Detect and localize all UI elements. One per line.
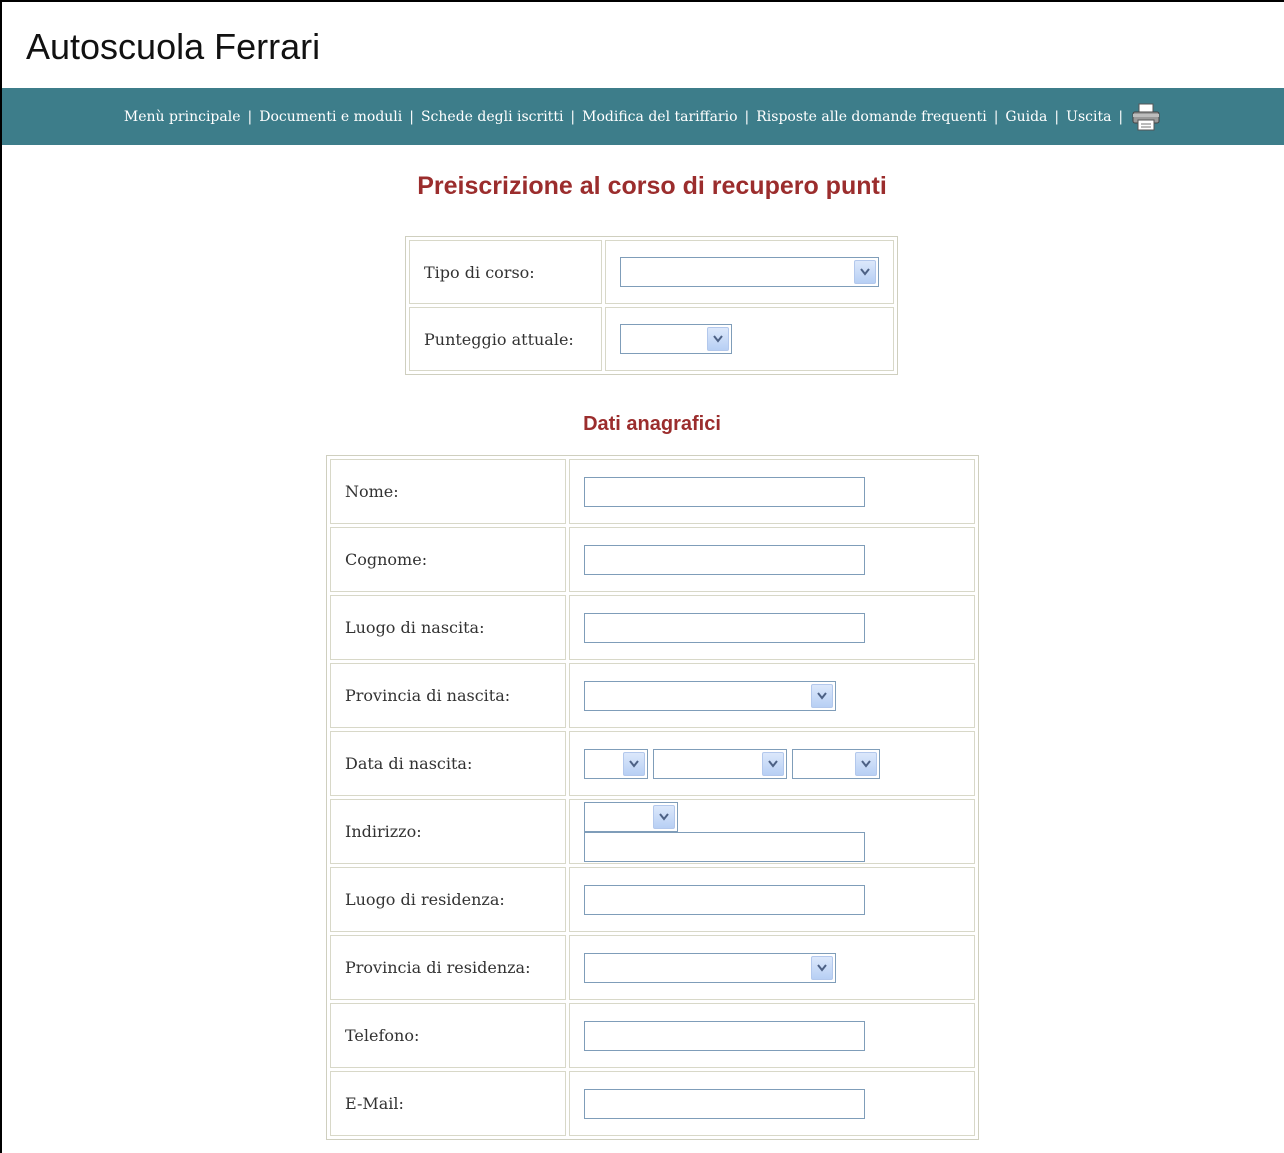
nav-separator: | [1118, 108, 1124, 125]
nav-faq[interactable]: Risposte alle domande frequenti [756, 109, 986, 125]
form-row: Luogo di residenza: [330, 867, 975, 932]
course-type-select[interactable] [620, 257, 879, 287]
residence-place-label: Luogo di residenza: [330, 867, 566, 932]
form-row: Provincia di residenza: [330, 935, 975, 1000]
birth-province-label: Provincia di nascita: [330, 663, 566, 728]
chevron-down-icon [762, 751, 785, 776]
printer-icon[interactable] [1130, 102, 1162, 132]
nav-documenti-moduli[interactable]: Documenti e moduli [259, 109, 402, 125]
nav-modifica-tariffario[interactable]: Modifica del tariffario [582, 109, 737, 125]
last-name-input[interactable] [584, 544, 865, 575]
app-title: Autoscuola Ferrari [26, 26, 321, 67]
chevron-down-icon [653, 804, 675, 829]
birth-date-label: Data di nascita: [330, 731, 566, 796]
form-row: E-Mail: [330, 1071, 975, 1136]
chevron-down-icon [811, 683, 833, 708]
birth-day-select[interactable] [584, 748, 648, 779]
birth-date-cell [569, 731, 975, 796]
birthplace-input[interactable] [584, 612, 865, 643]
phone-input[interactable] [584, 1020, 865, 1051]
residence-place-input[interactable] [584, 884, 865, 915]
form-row: Cognome: [330, 527, 975, 592]
chevron-down-icon [707, 327, 729, 351]
phone-label: Telefono: [330, 1003, 566, 1068]
form-row: Luogo di nascita: [330, 595, 975, 660]
course-type-label: Tipo di corso: [409, 240, 602, 304]
residence-province-label: Provincia di residenza: [330, 935, 566, 1000]
form-row: Data di nascita: [330, 731, 975, 796]
chevron-down-icon [811, 955, 833, 980]
residence-province-select[interactable] [584, 952, 836, 983]
birthplace-cell [569, 595, 975, 660]
nav-guida[interactable]: Guida [1005, 109, 1047, 125]
chevron-down-icon [623, 751, 645, 776]
current-score-cell [605, 307, 894, 371]
email-label: E-Mail: [330, 1071, 566, 1136]
address-type-select[interactable] [584, 801, 678, 832]
main-nav: Menù principale | Documenti e moduli | S… [2, 88, 1284, 145]
course-type-cell [605, 240, 894, 304]
residence-place-cell [569, 867, 975, 932]
address-label: Indirizzo: [330, 799, 566, 864]
course-table: Tipo di corso: Punteggio attuale: [405, 236, 898, 375]
last-name-cell [569, 527, 975, 592]
email-input[interactable] [584, 1088, 865, 1119]
form-row: Nome: [330, 459, 975, 524]
page-title: Preiscrizione al corso di recupero punti [417, 172, 887, 200]
section-title: Dati anagrafici [583, 413, 721, 435]
birth-month-select[interactable] [653, 748, 788, 779]
current-score-row: Punteggio attuale: [409, 307, 894, 371]
address-input[interactable] [584, 831, 865, 862]
nav-separator: | [409, 108, 414, 125]
form-row: Indirizzo: [330, 799, 975, 864]
birth-province-cell [569, 663, 975, 728]
personal-data-table: Nome: Cognome: Luogo di nascita: Provinc… [326, 455, 979, 1140]
nav-separator: | [1054, 108, 1060, 125]
nav-separator: | [744, 108, 750, 125]
form-row: Provincia di nascita: [330, 663, 975, 728]
nav-separator: | [247, 108, 253, 125]
first-name-cell [569, 459, 975, 524]
nav-separator: | [570, 108, 576, 125]
current-score-select[interactable] [620, 324, 732, 354]
nav-schede-iscritti[interactable]: Schede degli iscritti [421, 109, 563, 125]
current-score-label: Punteggio attuale: [409, 307, 602, 371]
nav-separator: | [993, 108, 999, 125]
birth-province-select[interactable] [584, 680, 836, 711]
residence-province-cell [569, 935, 975, 1000]
nav-menu-principale[interactable]: Menù principale [124, 109, 241, 125]
chevron-down-icon [855, 751, 878, 776]
email-cell [569, 1071, 975, 1136]
phone-cell [569, 1003, 975, 1068]
last-name-label: Cognome: [330, 527, 566, 592]
first-name-label: Nome: [330, 459, 566, 524]
form-row: Telefono: [330, 1003, 975, 1068]
course-type-row: Tipo di corso: [409, 240, 894, 304]
birthplace-label: Luogo di nascita: [330, 595, 566, 660]
nav-uscita[interactable]: Uscita [1066, 109, 1111, 125]
first-name-input[interactable] [584, 476, 865, 507]
address-cell [569, 799, 975, 864]
chevron-down-icon [854, 260, 876, 284]
birth-year-select[interactable] [792, 748, 881, 779]
